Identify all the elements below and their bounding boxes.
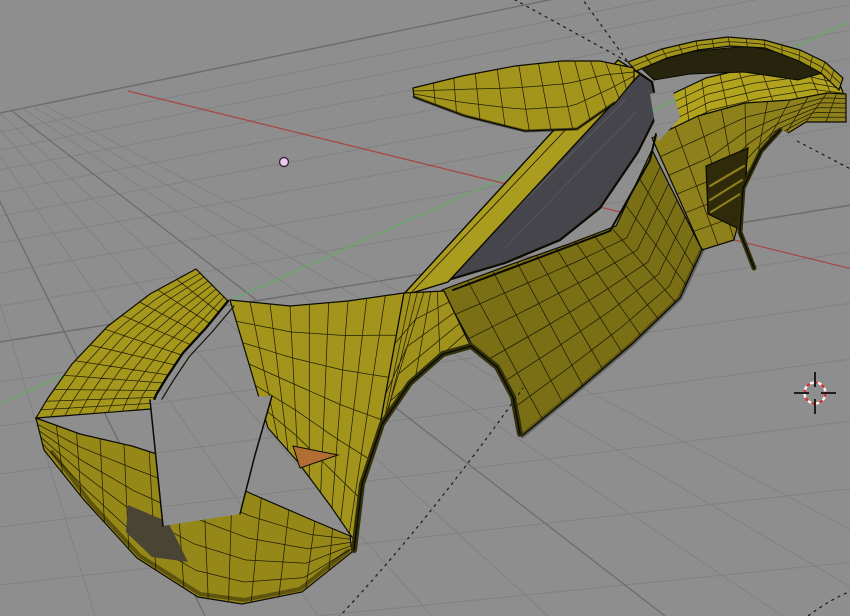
object-origin-point[interactable] <box>278 156 290 168</box>
viewport-canvas[interactable] <box>0 0 850 616</box>
origin-dot-icon[interactable] <box>278 156 290 168</box>
blender-3d-viewport <box>0 0 850 616</box>
